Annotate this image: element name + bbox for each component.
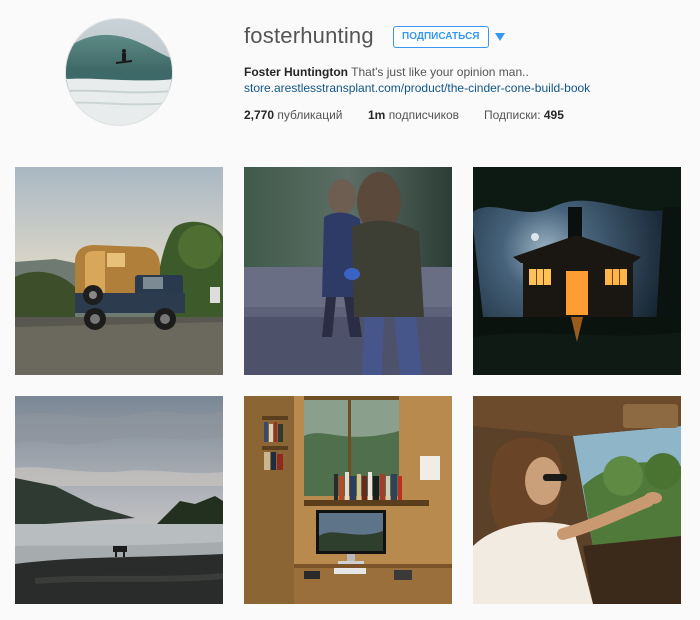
followers-count: 1m bbox=[368, 108, 386, 122]
profile-header: fosterhunting ПОДПИСАТЬСЯ Foster Hunting… bbox=[0, 0, 700, 150]
following-label: Подписки: bbox=[484, 108, 541, 122]
profile-full-name: Foster Huntington bbox=[244, 65, 348, 79]
triangle-down-icon bbox=[495, 33, 505, 41]
posts-count: 2,770 bbox=[244, 108, 275, 122]
follow-button[interactable]: ПОДПИСАТЬСЯ bbox=[393, 26, 489, 48]
profile-username: fosterhunting bbox=[244, 23, 374, 48]
following-stat[interactable]: Подписки: 495 bbox=[484, 107, 564, 123]
photo-woman-driving[interactable] bbox=[473, 396, 681, 604]
profile-external-link[interactable]: store.arestlesstransplant.com/product/th… bbox=[244, 80, 590, 96]
photo-treehouse-night[interactable] bbox=[473, 167, 681, 375]
avatar[interactable] bbox=[65, 18, 173, 126]
following-count: 495 bbox=[543, 108, 564, 122]
followers-label: подписчиков bbox=[388, 108, 460, 122]
profile-bio: Foster Huntington That's just like your … bbox=[244, 64, 529, 80]
options-dropdown-button[interactable] bbox=[494, 30, 506, 44]
posts-label: публикаций bbox=[277, 108, 343, 122]
photo-cabin-desk[interactable] bbox=[244, 396, 452, 604]
photo-people-walking[interactable] bbox=[244, 167, 452, 375]
followers-stat[interactable]: 1m подписчиков bbox=[368, 107, 459, 123]
photo-river-bank[interactable] bbox=[15, 396, 223, 604]
posts-stat[interactable]: 2,770 публикаций bbox=[244, 107, 343, 123]
profile-bio-text: That's just like your opinion man.. bbox=[351, 65, 529, 79]
photo-camper-truck[interactable] bbox=[15, 167, 223, 375]
